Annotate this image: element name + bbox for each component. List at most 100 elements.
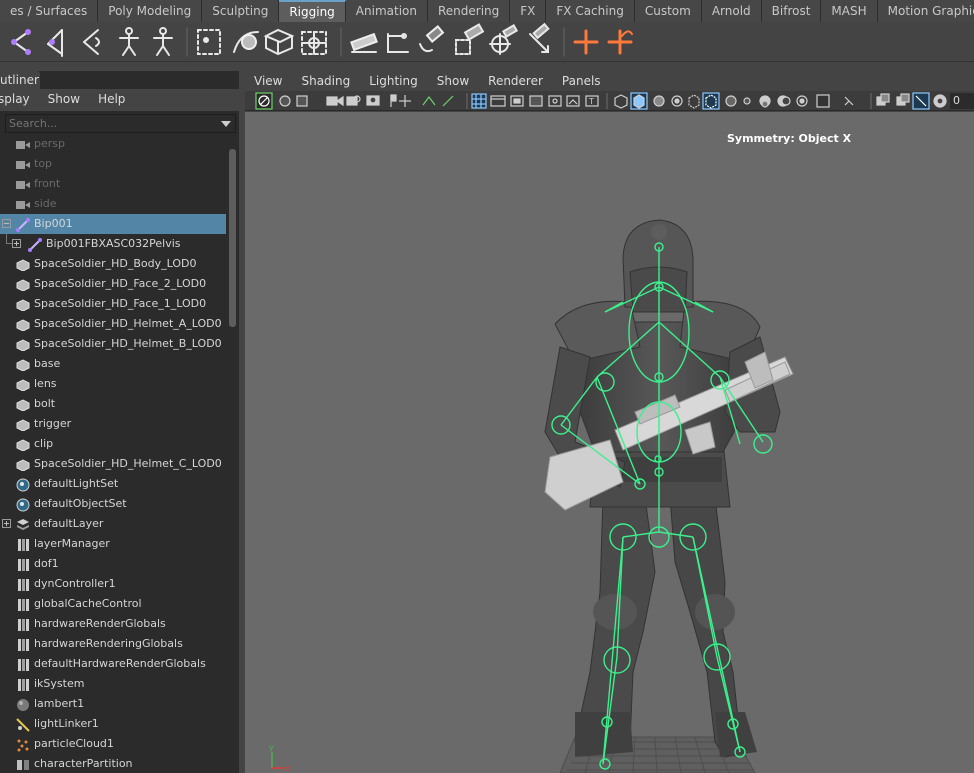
outliner-item-side[interactable]: side [0,194,226,214]
depth-of-field-icon[interactable] [777,95,791,107]
outliner-item-particlecloud1[interactable]: particleCloud1 [0,734,226,754]
outliner-item-bip001[interactable]: Bip001 [0,214,226,234]
shelf-tab-rigging[interactable]: Rigging [279,0,346,22]
outliner-scrollbar[interactable] [227,134,239,773]
field-chart-icon[interactable] [548,95,562,107]
pole-vector-icon[interactable] [607,29,633,55]
orient-constraint-icon[interactable] [489,24,519,55]
isolate-view-icon[interactable] [796,95,808,107]
cluster-icon[interactable] [301,31,327,55]
outliner-item-bolt[interactable]: bolt [0,394,226,414]
outliner-item-spacesoldier-hd-helmet-c-lod0[interactable]: SpaceSoldier_HD_Helmet_C_LOD0 [0,454,226,474]
outliner-item-trigger[interactable]: trigger [0,414,226,434]
outliner-tab[interactable]: utliner [0,71,40,89]
bookmarks-icon[interactable] [296,95,308,107]
perspective-viewport[interactable]: y x Symmetry: Object X [245,112,974,773]
parent-constraint-icon[interactable] [419,25,445,53]
quick-rig-icon[interactable] [119,27,139,56]
outliner-item-defaultobjectset[interactable]: defaultObjectSet [0,494,226,514]
xray-icon[interactable] [844,96,854,106]
outliner-item-base[interactable]: base [0,354,226,374]
outliner-item-spacesoldier-hd-helmet-b-lod0[interactable]: SpaceSoldier_HD_Helmet_B_LOD0 [0,334,226,354]
film-gate-icon[interactable] [490,95,506,107]
create-ik-handle-icon[interactable] [197,29,221,55]
aim-constraint-icon[interactable] [573,29,599,55]
outliner-item-lightlinker1[interactable]: lightLinker1 [0,714,226,734]
grease-pencil-icon[interactable] [366,95,380,106]
screen-space-ao-icon[interactable] [725,95,737,107]
shelf-tab-rendering[interactable]: Rendering [427,0,511,22]
ik-spline-icon[interactable] [233,31,259,53]
menu-show-vp[interactable]: Show [437,71,469,91]
exposure-field[interactable]: 0 [950,93,974,109]
outliner-item-hardwarerenderglobals[interactable]: hardwareRenderGlobals [0,614,226,634]
multisample-aa-icon[interactable] [759,95,771,108]
safe-action-icon[interactable] [566,95,580,107]
menu-view[interactable]: View [254,71,282,91]
shelf-tab-es-surfaces[interactable]: es / Surfaces [0,0,99,22]
shelf-tab-fx[interactable]: FX [510,0,547,22]
paint-weights-icon[interactable] [387,33,409,53]
motion-blur-icon[interactable] [743,97,751,105]
outliner-item-persp[interactable]: persp [0,134,226,154]
create-joints-icon[interactable] [11,29,31,55]
shelf-tab-fx-caching[interactable]: FX Caching [546,0,635,22]
outliner-item-front[interactable]: front [0,174,226,194]
camera-attributes-icon[interactable] [279,95,291,107]
shelf-tab-motion-graphics[interactable]: Motion Graphics [877,0,974,22]
outliner-item-defaulthardwarerenderglobals[interactable]: defaultHardwareRenderGlobals [0,654,226,674]
gamma-icon[interactable] [876,93,890,106]
menu-display[interactable]: splay [0,89,30,111]
outliner-item-iksystem[interactable]: ikSystem [0,674,226,694]
outliner-item-bip001fbxasc032pelvis[interactable]: Bip001FBXASC032Pelvis [0,234,226,254]
menu-panels[interactable]: Panels [562,71,601,91]
human-ik-icon[interactable] [153,27,173,56]
isolate-select-icon[interactable] [442,95,454,107]
bind-skin-icon[interactable] [350,32,378,53]
space-soldier-mesh[interactable] [544,219,794,758]
outliner-item-spacesoldier-hd-face-2-lod0[interactable]: SpaceSoldier_HD_Face_2_LOD0 [0,274,226,294]
shelf-tab-poly-modeling[interactable]: Poly Modeling [98,0,203,22]
outliner-item-lens[interactable]: lens [0,374,226,394]
scrollbar-thumb[interactable] [229,149,236,327]
menu-help[interactable]: Help [98,89,125,111]
hud-icon[interactable] [816,94,830,108]
safe-title-icon[interactable]: T [585,95,599,107]
outliner-item-layermanager[interactable]: layerManager [0,534,226,554]
grid-icon[interactable] [471,93,487,109]
outliner-item-defaultlayer[interactable]: defaultLayer [0,514,226,534]
menu-shading[interactable]: Shading [301,71,350,91]
outliner-item-dyncontroller1[interactable]: dynController1 [0,574,226,594]
outliner-item-clip[interactable]: clip [0,434,226,454]
shelf-tab-mash[interactable]: MASH [821,0,878,22]
collapse-toggle-icon[interactable] [2,219,11,228]
expand-toggle-icon[interactable] [12,239,21,248]
outliner-item-globalcachecontrol[interactable]: globalCacheControl [0,594,226,614]
textured-icon[interactable] [671,95,683,107]
outliner-item-characterpartition[interactable]: characterPartition [0,754,226,773]
use-all-lights-icon[interactable] [688,94,700,109]
menu-lighting[interactable]: Lighting [369,71,418,91]
expand-toggle-icon[interactable] [2,519,11,528]
outliner-item-lambert1[interactable]: lambert1 [0,694,226,714]
select-camera-icon[interactable] [255,92,273,110]
insert-joint-icon[interactable] [47,29,63,57]
view-transform-icon[interactable] [896,93,910,106]
lattice-icon[interactable] [263,28,295,56]
bookmark-flag-icon[interactable] [390,94,397,107]
image-plane-icon[interactable] [326,95,344,107]
default-material-icon[interactable] [653,95,665,107]
outliner-item-top[interactable]: top [0,154,226,174]
shelf-tab-animation[interactable]: Animation [345,0,428,22]
shelf-tab-custom[interactable]: Custom [634,0,702,22]
menu-renderer[interactable]: Renderer [488,71,543,91]
mirror-joint-icon[interactable] [83,29,100,55]
wireframe-on-shaded-icon[interactable] [422,96,436,106]
search-input[interactable] [6,115,216,132]
2d-pan-zoom-icon[interactable] [346,95,361,106]
grid-snap-icon[interactable] [399,95,411,107]
outliner-item-defaultlightset[interactable]: defaultLightSet [0,474,226,494]
outliner-item-hardwarerenderingglobals[interactable]: hardwareRenderingGlobals [0,634,226,654]
search-dropdown-icon[interactable] [221,121,231,127]
shelf-tab-sculpting[interactable]: Sculpting [202,0,280,22]
